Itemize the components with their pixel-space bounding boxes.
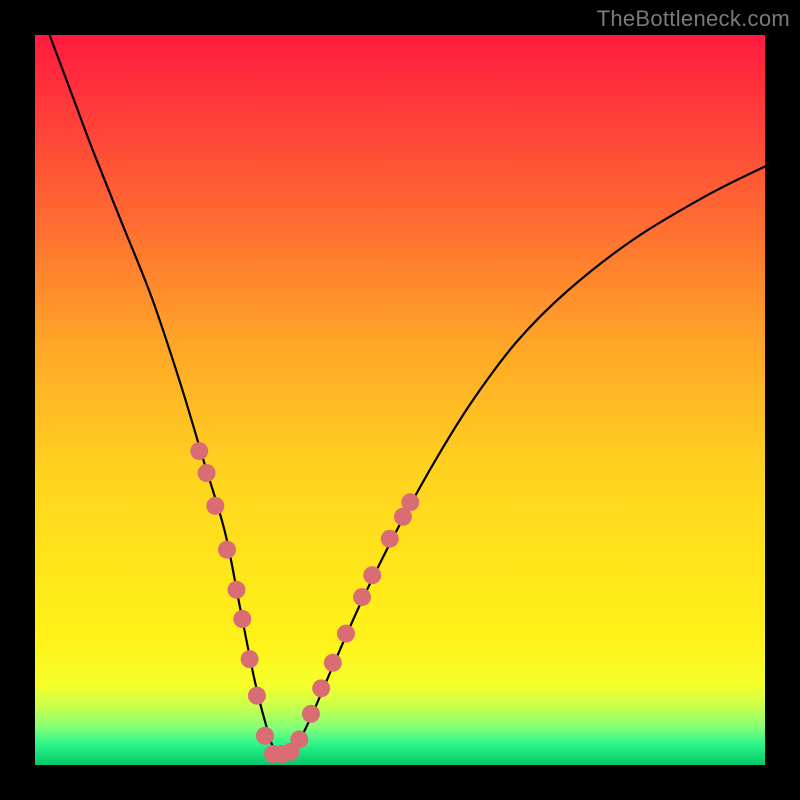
chart-frame: TheBottleneck.com (0, 0, 800, 800)
marker-dot (256, 727, 274, 745)
marker-dot (218, 541, 236, 559)
watermark-text: TheBottleneck.com (597, 6, 790, 32)
marker-dot (337, 625, 355, 643)
curve-svg (35, 35, 765, 765)
marker-dot (190, 442, 208, 460)
plot-area (35, 35, 765, 765)
marker-dot (248, 687, 266, 705)
marker-dot (241, 650, 259, 668)
marker-dot (324, 654, 342, 672)
marker-dot (353, 588, 371, 606)
marker-dot (290, 730, 308, 748)
marker-dot (363, 566, 381, 584)
marker-dot (381, 530, 399, 548)
marker-dot (312, 679, 330, 697)
marker-dot (198, 464, 216, 482)
curve-markers (190, 442, 419, 763)
marker-dot (401, 493, 419, 511)
bottleneck-curve (50, 35, 765, 757)
marker-dot (233, 610, 251, 628)
marker-dot (302, 705, 320, 723)
marker-dot (227, 581, 245, 599)
marker-dot (206, 497, 224, 515)
